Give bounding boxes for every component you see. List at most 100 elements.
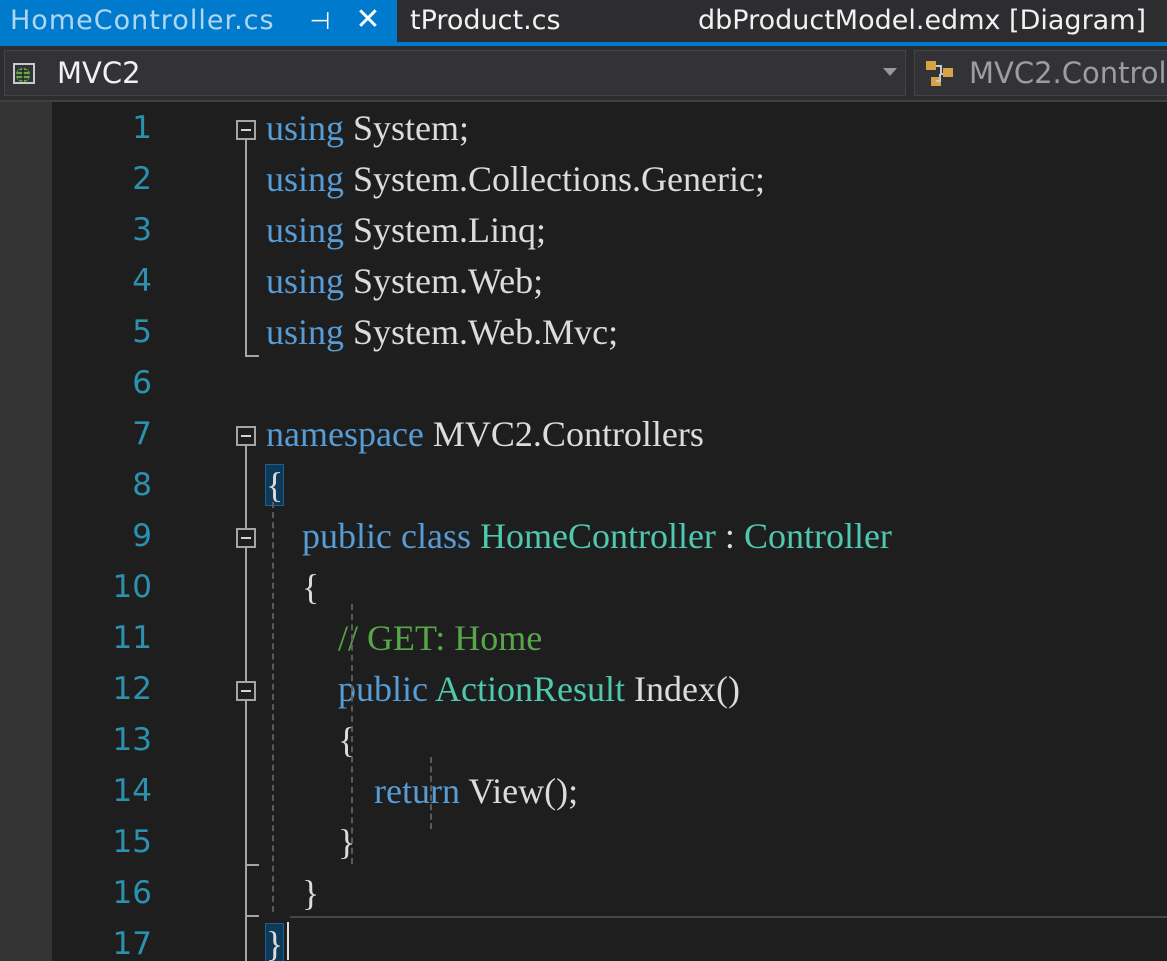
collapse-method-icon[interactable] xyxy=(236,681,256,701)
code-token: using xyxy=(266,210,345,250)
code-line[interactable]: 5 using System.Web.Mvc; xyxy=(0,307,1167,358)
code-token: System.Collections.Generic; xyxy=(344,159,765,199)
line-number: 12 xyxy=(112,671,152,707)
tab-label: tProduct.cs xyxy=(410,5,561,36)
code-token: HomeController xyxy=(479,516,716,556)
collapse-namespace-icon[interactable] xyxy=(236,426,256,446)
code-token: MVC2.Controllers xyxy=(423,414,704,454)
code-line[interactable]: 17} xyxy=(0,919,1167,961)
line-number: 3 xyxy=(132,212,152,248)
line-number: 9 xyxy=(132,518,152,554)
code-line[interactable]: 12 public ActionResult Index() xyxy=(0,664,1167,715)
code-line[interactable]: 10 { xyxy=(0,562,1167,613)
line-number: 1 xyxy=(132,110,152,146)
code-text: using System.Web.Mvc; xyxy=(266,307,618,358)
outline-line xyxy=(245,140,247,356)
indent-guide xyxy=(272,502,274,912)
code-token: return xyxy=(374,771,460,811)
ide-window: HomeController.cs ⊣ ✕ tProduct.cs dbProd… xyxy=(0,0,1167,961)
code-line[interactable]: 8{ xyxy=(0,460,1167,511)
collapse-using-icon[interactable] xyxy=(236,120,256,140)
code-text: { xyxy=(266,715,355,766)
code-line[interactable]: 2 using System.Collections.Generic; xyxy=(0,154,1167,205)
code-token: Index() xyxy=(624,669,740,709)
code-token: System; xyxy=(344,108,470,148)
class-icon xyxy=(926,61,953,86)
code-text: using System.Collections.Generic; xyxy=(266,154,765,205)
close-icon[interactable]: ✕ xyxy=(350,0,386,42)
tab-tproduct[interactable]: tProduct.cs xyxy=(410,0,670,42)
code-line[interactable]: 14 return View(); xyxy=(0,766,1167,817)
code-token: public xyxy=(302,516,392,556)
code-text: return View(); xyxy=(266,766,578,817)
line-number: 2 xyxy=(132,161,152,197)
pin-icon[interactable]: ⊣ xyxy=(305,0,335,42)
code-text: } xyxy=(266,817,355,868)
tab-dbproductmodel[interactable]: dbProductModel.edmx [Diagram] xyxy=(698,0,1167,42)
code-line[interactable]: 6 xyxy=(0,358,1167,409)
code-token: class xyxy=(400,516,471,556)
line-number: 14 xyxy=(112,773,152,809)
class-dropdown[interactable]: MVC2.Controllers xyxy=(914,50,1167,96)
code-text: public class HomeController : Controller xyxy=(266,511,892,562)
code-text: using System; xyxy=(266,103,469,154)
code-token: } xyxy=(266,822,356,862)
code-text: public ActionResult Index() xyxy=(266,664,740,715)
code-line[interactable]: 16 } xyxy=(0,868,1167,919)
code-token: ActionResult xyxy=(435,669,625,709)
line-number: 5 xyxy=(132,314,152,350)
code-token: System.Linq; xyxy=(344,210,547,250)
outline-end xyxy=(245,355,259,357)
project-icon xyxy=(13,63,35,84)
code-token: using xyxy=(266,261,345,301)
code-text: using System.Linq; xyxy=(266,205,546,256)
code-token: using xyxy=(266,159,345,199)
code-token: { xyxy=(264,464,285,506)
line-number: 8 xyxy=(132,467,152,503)
code-text: using System.Web; xyxy=(266,256,543,307)
line-number: 6 xyxy=(132,365,152,401)
code-editor[interactable]: 1 using System; 2 using System.Collections.… xyxy=(0,102,1167,961)
code-line[interactable]: 15 } xyxy=(0,817,1167,868)
project-dropdown[interactable]: MVC2 xyxy=(4,50,906,96)
code-line[interactable]: 11 // GET: Home xyxy=(0,613,1167,664)
code-text: } xyxy=(264,919,285,961)
code-line[interactable]: 3 using System.Linq; xyxy=(0,205,1167,256)
chevron-down-icon xyxy=(883,68,897,76)
code-token: // GET: Home xyxy=(338,618,543,658)
text-caret xyxy=(287,922,289,960)
code-token: Controller xyxy=(743,516,892,556)
code-token: : xyxy=(715,516,744,556)
line-number: 13 xyxy=(112,722,152,758)
document-tab-strip: HomeController.cs ⊣ ✕ tProduct.cs dbProd… xyxy=(0,0,1167,46)
line-number: 10 xyxy=(112,569,152,605)
line-number: 4 xyxy=(132,263,152,299)
line-number: 16 xyxy=(112,875,152,911)
code-token: } xyxy=(264,923,285,961)
code-token: View(); xyxy=(459,771,579,811)
code-line[interactable]: 1 using System; xyxy=(0,103,1167,154)
code-line[interactable]: 9 public class HomeController : Controll… xyxy=(0,511,1167,562)
code-line[interactable]: 13 { xyxy=(0,715,1167,766)
outline-line xyxy=(245,446,247,961)
code-text: { xyxy=(264,460,285,511)
outline-end xyxy=(245,915,259,917)
code-line[interactable]: 7 namespace MVC2.Controllers xyxy=(0,409,1167,460)
class-name: MVC2.Controllers xyxy=(969,56,1167,90)
line-number: 15 xyxy=(112,824,152,860)
indent-guide xyxy=(430,757,432,829)
code-token: using xyxy=(266,312,345,352)
line-number: 11 xyxy=(112,620,152,656)
code-token: using xyxy=(266,108,345,148)
tab-label: HomeController.cs xyxy=(10,5,275,36)
code-line[interactable]: 4 using System.Web; xyxy=(0,256,1167,307)
collapse-class-icon[interactable] xyxy=(236,528,256,548)
line-number: 7 xyxy=(132,416,152,452)
current-line-indicator xyxy=(290,916,1167,918)
tab-home-controller[interactable]: HomeController.cs ⊣ ✕ xyxy=(0,0,397,42)
